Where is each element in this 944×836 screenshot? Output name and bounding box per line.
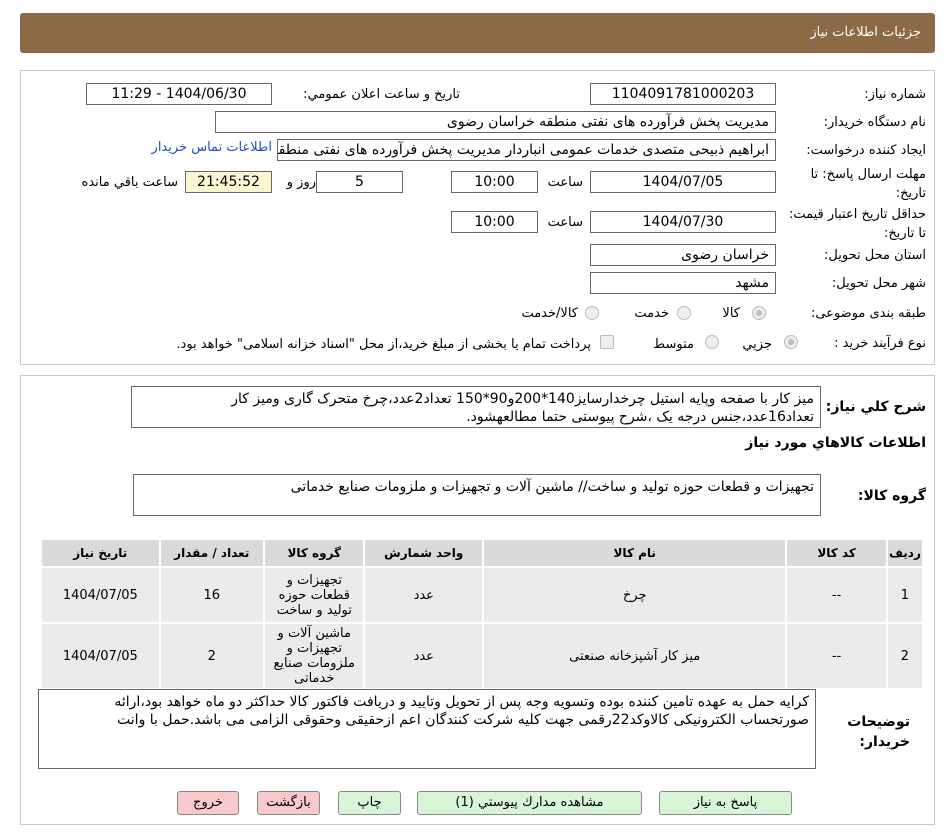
deadline-time-field[interactable]: 10:00 [451, 171, 538, 193]
cell-qty: 2 [158, 622, 266, 690]
cell-name: ميز كار آشپزخانه صنعتى [482, 622, 788, 690]
summary-label: شرح كلي نياز: [825, 399, 926, 415]
days-label: روز و [286, 175, 316, 190]
days-field[interactable]: 5 [316, 171, 403, 193]
cell-code: -- [785, 566, 888, 624]
requester-label: ايجاد کننده درخواست: [806, 143, 926, 158]
buyer-org-label: نام دستگاه خريدار: [823, 115, 926, 130]
col-date: تاريخ نياز [40, 538, 161, 568]
print-button[interactable]: چاپ [338, 791, 401, 815]
remaining-time-field: 21:45:52 [185, 171, 272, 193]
province-label: استان محل تحويل: [824, 248, 926, 263]
back-button[interactable]: بازگشت [257, 791, 320, 815]
cell-date: 1404/07/05 [40, 566, 161, 624]
city-field[interactable]: مشهد [590, 272, 776, 294]
goods-group-label: گروه كالا: [857, 488, 926, 504]
validity-time-field[interactable]: 10:00 [451, 211, 538, 233]
notes-label: توضيحات خريدار: [847, 714, 910, 750]
col-group: گروه كالا [263, 538, 366, 568]
attachments-button[interactable]: مشاهده مدارك پيوستي (1) [417, 791, 642, 815]
items-section-title: اطلاعات كالاهاي مورد نياز [745, 435, 926, 451]
cell-unit: عدد [363, 566, 485, 624]
need-number-label: شماره نياز: [864, 87, 926, 102]
table-row: 2 -- ميز كار آشپزخانه صنعتى عدد ماشين آل… [40, 622, 925, 690]
process-option-medium: متوسط [653, 337, 694, 352]
summary-textarea[interactable]: ميز كار با صفحه وپايه استيل چرخدارسايز14… [131, 386, 821, 428]
col-qty: تعداد / مقدار [158, 538, 266, 568]
cell-date: 1404/07/05 [40, 622, 161, 690]
need-number-field[interactable]: 1104091781000203 [590, 83, 776, 105]
table-row: 1 -- چرخ عدد تجهيزات و قطعات حوزه توليد … [40, 566, 925, 624]
cell-code: -- [785, 622, 888, 690]
category-option-goods: كالا [722, 306, 740, 321]
buyer-contact-link[interactable]: اطلاعات تماس خريدار [152, 140, 272, 155]
col-name: نام كالا [482, 538, 788, 568]
cell-group: ماشين آلات و تجهيزات و ملزومات صنايع خدم… [263, 622, 366, 690]
cell-row: 1 [885, 566, 925, 624]
notes-textarea[interactable]: كرايه حمل به عهده تامين كننده بوده وتسوي… [38, 689, 816, 769]
process-radio-minor[interactable] [784, 335, 798, 349]
cell-qty: 16 [158, 566, 266, 624]
cell-row: 2 [885, 622, 925, 690]
exit-button[interactable]: خروج [177, 791, 239, 815]
announce-field[interactable]: 1404/06/30 - 11:29 [86, 83, 272, 105]
page-title: جزئيات اطلاعات نياز [810, 25, 921, 40]
deadline-time-label: ساعت [547, 175, 583, 190]
validity-label: حداقل تاريخ اعتبار قيمت: تا تاريخ: [788, 207, 926, 241]
city-label: شهر محل تحويل: [831, 276, 926, 291]
process-label: نوع فرآيند خريد : [834, 336, 926, 351]
treasury-note: پرداخت تمام يا بخشى از مبلغ خريد،از محل … [176, 337, 591, 352]
col-code: كد كالا [785, 538, 888, 568]
category-option-service: خدمت [634, 306, 669, 321]
province-field[interactable]: خراسان رضوى [590, 244, 776, 266]
requester-field[interactable]: ابراهيم ذبيحى متصدى خدمات عمومى انباردار… [277, 139, 776, 161]
table-header-row: رديف كد كالا نام كالا واحد شمارش گروه كا… [40, 538, 925, 568]
cell-group: تجهيزات و قطعات حوزه توليد و ساخت [263, 566, 366, 624]
items-table: رديف كد كالا نام كالا واحد شمارش گروه كا… [40, 538, 925, 690]
validity-date-field[interactable]: 1404/07/30 [590, 211, 776, 233]
cell-unit: عدد [363, 622, 485, 690]
category-label: طبقه بندى موضوعى: [810, 306, 926, 321]
deadline-date-field[interactable]: 1404/07/05 [590, 171, 776, 193]
buyer-org-field[interactable]: مديريت پخش فرآورده هاى نفتى منطقه خراسان… [215, 111, 776, 133]
treasury-checkbox[interactable] [600, 335, 614, 349]
deadline-label: مهلت ارسال پاسخ: تا تاريخ: [810, 167, 926, 201]
goods-group-textarea[interactable]: تجهيزات و قطعات حوزه توليد و ساخت// ماشي… [133, 474, 821, 516]
remaining-label: ساعت باقي مانده [81, 175, 178, 190]
page-title-bar: جزئيات اطلاعات نياز [20, 13, 935, 53]
announce-label: تاريخ و ساعت اعلان عمومي: [303, 87, 460, 102]
cell-name: چرخ [482, 566, 788, 624]
process-option-minor: جزيي [742, 337, 772, 352]
col-row: رديف [885, 538, 925, 568]
validity-time-label: ساعت [547, 215, 583, 230]
reply-button[interactable]: پاسخ به نياز [659, 791, 792, 815]
category-radio-both[interactable] [585, 306, 599, 320]
category-radio-goods[interactable] [752, 306, 766, 320]
category-radio-service[interactable] [677, 306, 691, 320]
category-option-both: كالا/خدمت [521, 306, 578, 321]
process-radio-medium[interactable] [705, 335, 719, 349]
col-unit: واحد شمارش [363, 538, 485, 568]
